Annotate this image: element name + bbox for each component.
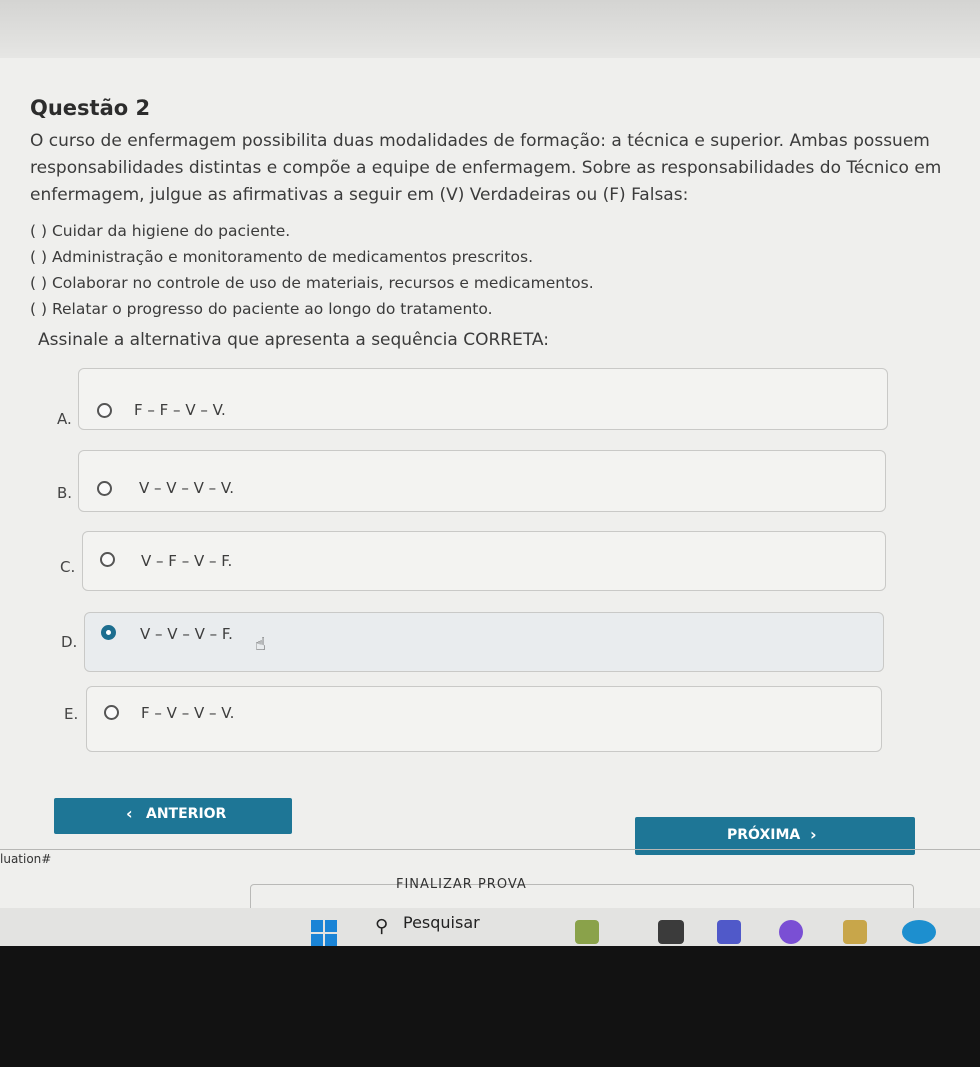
teams-icon[interactable] (717, 920, 741, 944)
option-a[interactable]: F – F – V – V. (78, 368, 888, 430)
task-view-icon[interactable] (658, 920, 684, 944)
browser-top-area (0, 0, 980, 58)
previous-button-label: ANTERIOR (146, 806, 227, 822)
hand-cursor-icon: ☝ (255, 634, 266, 655)
search-icon: ⚲ (375, 916, 389, 937)
option-a-text: F – F – V – V. (134, 401, 226, 419)
question-title: Questão 2 (30, 96, 151, 120)
statement-1: ( ) Cuidar da higiene do paciente. (30, 222, 291, 240)
taskbar-search[interactable]: Pesquisar (403, 913, 480, 932)
option-b[interactable]: V – V – V – V. (78, 450, 886, 512)
option-d-text: V – V – V – F. (140, 625, 233, 643)
option-d[interactable]: V – V – V – F. (84, 612, 884, 672)
copilot-icon[interactable] (779, 920, 803, 944)
option-b-text: V – V – V – V. (139, 479, 234, 497)
question-text-line: enfermagem, julgue as afirmativas a segu… (30, 185, 689, 205)
previous-button[interactable]: ‹ ANTERIOR (54, 798, 292, 834)
finish-exam-label: FINALIZAR PROVA (396, 877, 527, 892)
edge-icon[interactable] (902, 920, 936, 944)
option-c-letter: C. (60, 558, 76, 576)
option-a-radio[interactable] (97, 403, 112, 418)
plant-widget-icon[interactable] (575, 920, 599, 944)
option-c[interactable]: V – F – V – F. (82, 531, 886, 591)
option-c-radio[interactable] (100, 552, 115, 567)
option-e[interactable]: F – V – V – V. (86, 686, 882, 752)
statement-2: ( ) Administração e monitoramento de med… (30, 248, 534, 266)
chevron-right-icon: › (810, 825, 817, 844)
option-a-letter: A. (57, 410, 72, 428)
statement-4: ( ) Relatar o progresso do paciente ao l… (30, 300, 493, 318)
windows-start-icon[interactable] (311, 920, 338, 947)
store-icon[interactable] (843, 920, 867, 944)
question-text: O curso de enfermagem possibilita duas m… (30, 128, 950, 209)
option-b-radio[interactable] (97, 481, 112, 496)
os-taskbar: ⚲ Pesquisar (0, 908, 980, 1067)
option-d-letter: D. (61, 633, 78, 651)
question-text-line: responsabilidades distintas e compõe a e… (30, 158, 942, 178)
next-button-label: PRÓXIMA (727, 827, 801, 843)
chevron-left-icon: ‹ (126, 804, 133, 823)
taskbar-strip: ⚲ Pesquisar (0, 908, 980, 946)
option-e-text: F – V – V – V. (141, 704, 235, 722)
option-d-radio[interactable] (101, 625, 116, 640)
question-text-line: O curso de enfermagem possibilita duas m… (30, 131, 930, 151)
option-b-letter: B. (57, 484, 73, 502)
statement-3: ( ) Colaborar no controle de uso de mate… (30, 274, 594, 292)
divider (0, 849, 980, 850)
footer-fragment: luation# (0, 852, 52, 866)
option-e-radio[interactable] (104, 705, 119, 720)
option-c-text: V – F – V – F. (141, 552, 233, 570)
question-instruction: Assinale a alternativa que apresenta a s… (38, 330, 549, 350)
option-e-letter: E. (64, 705, 79, 723)
